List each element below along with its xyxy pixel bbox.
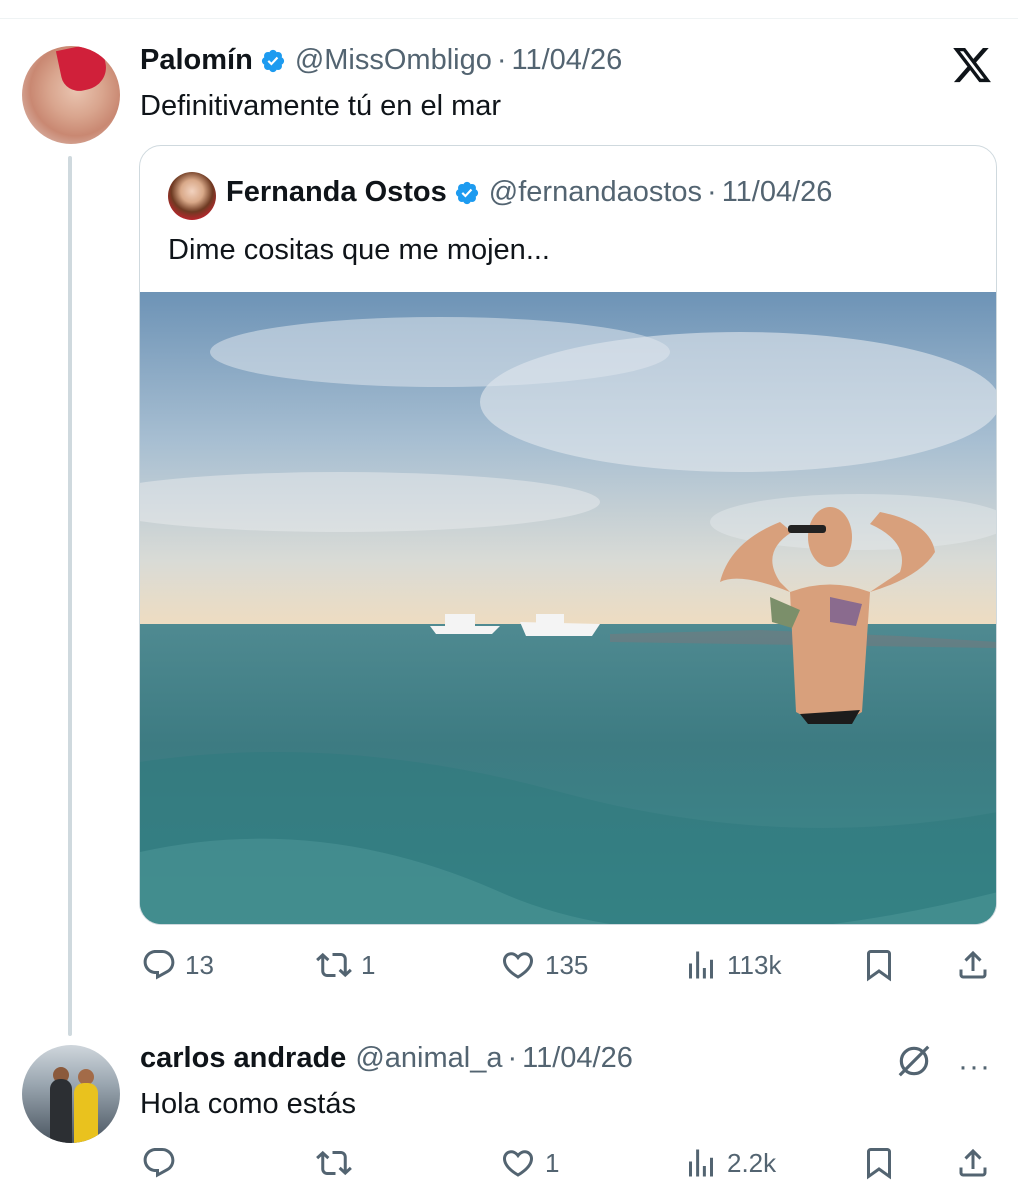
quoted-post-photo[interactable] [140,292,996,924]
reply-button[interactable]: 13 [141,947,214,983]
quoted-post-date: 11/04/26 [721,176,833,208]
like-count: 1 [545,1147,560,1178]
reply-header: carlos andrade @animal_a · 11/04/26 [140,1042,633,1075]
views-icon [683,1145,719,1181]
quoted-post-header: Fernanda Ostos @fernandaostos · 11/04/26 [226,176,832,209]
quoted-post-text: Dime cositas que me mojen... [168,234,550,266]
like-icon [499,1145,537,1181]
avatar-image-detail [74,1083,98,1143]
author-handle[interactable]: @MissOmbligo [295,44,492,77]
author-avatar[interactable] [22,46,120,144]
more-options-button[interactable]: ··· [958,1050,991,1084]
reply-icon [141,947,177,983]
x-logo-icon[interactable] [950,44,994,86]
like-count: 135 [545,949,589,980]
bookmark-icon [861,1144,897,1182]
repost-count: 1 [361,949,376,980]
like-button[interactable]: 1 [499,1145,559,1181]
separator-dot: · [496,44,507,76]
repost-icon [315,1145,353,1181]
main-post-actions: 13 1 135 113k [139,945,997,985]
avatar-image-detail [50,1079,72,1143]
views-count: 113k [727,949,782,980]
reply-icon [141,1145,177,1181]
share-button[interactable] [955,947,991,983]
reply-count: 13 [185,949,214,980]
repost-icon [315,947,353,983]
post-text: Definitivamente tú en el mar [140,90,502,122]
repost-button[interactable]: 1 [315,947,375,983]
bookmark-button[interactable] [861,946,897,984]
like-icon [499,947,537,983]
reply-author-name[interactable]: carlos andrade [140,1042,346,1075]
separator-dot: · [707,176,717,208]
reply-button[interactable] [141,1145,185,1181]
grok-icon[interactable] [895,1042,933,1085]
like-button[interactable]: 135 [499,947,588,983]
post-header: Palomín @MissOmbligo · 11/04/26 [140,44,622,77]
author-name[interactable]: Palomín [140,44,253,77]
quoted-post-card[interactable]: Fernanda Ostos @fernandaostos · 11/04/26… [139,145,997,925]
share-icon [955,1145,991,1181]
verified-badge-icon [454,180,480,206]
reply-author-avatar[interactable] [22,1045,120,1143]
share-button[interactable] [955,1145,991,1181]
share-icon [955,947,991,983]
views-icon [683,947,719,983]
quoted-author-avatar [168,172,216,220]
views-button[interactable]: 113k [683,947,781,983]
bookmark-button[interactable] [861,1144,897,1182]
quoted-author-handle: @fernandaostos [488,176,703,208]
reply-text: Hola como estás [140,1088,356,1120]
quoted-author-name: Fernanda Ostos [226,176,447,208]
reply-author-handle[interactable]: @animal_a [355,1042,502,1075]
reply-date[interactable]: 11/04/26 [522,1042,633,1075]
reply-post-actions: 1 2.2k [139,1143,997,1183]
bookmark-icon [861,946,897,984]
avatar-image-detail [55,46,111,95]
top-divider [0,18,1018,19]
views-count: 2.2k [727,1147,777,1178]
verified-badge-icon [260,48,286,74]
repost-button[interactable] [315,1145,361,1181]
views-button[interactable]: 2.2k [683,1145,776,1181]
thread-connector-line [68,156,72,1036]
post-date[interactable]: 11/04/26 [512,44,623,77]
separator-dot: · [507,1042,518,1074]
